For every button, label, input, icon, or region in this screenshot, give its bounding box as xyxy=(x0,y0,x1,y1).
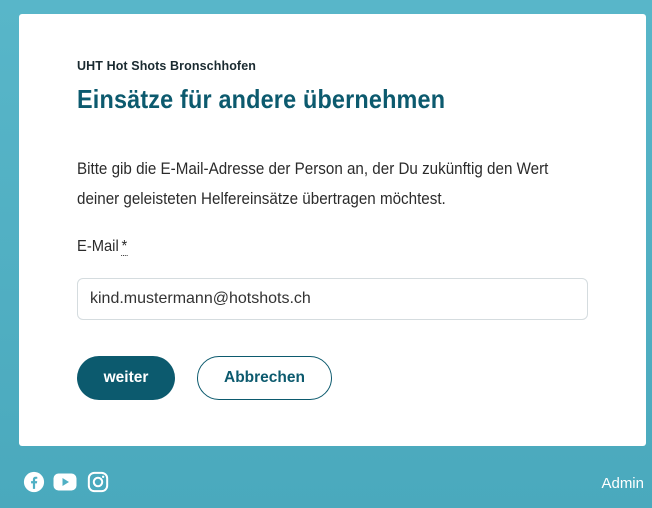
email-label: E-Mail xyxy=(77,238,119,255)
page-title: Einsätze für andere übernehmen xyxy=(77,84,446,114)
youtube-icon[interactable] xyxy=(53,470,77,494)
description-text: Bitte gib die E-Mail-Adresse der Person … xyxy=(77,160,549,208)
required-marker: * xyxy=(121,238,128,256)
admin-link[interactable]: Admin xyxy=(601,475,644,492)
email-label-row: E-Mail * xyxy=(77,238,128,256)
organization-name: UHT Hot Shots Bronschhofen xyxy=(77,59,256,73)
facebook-icon[interactable] xyxy=(22,470,46,494)
cancel-button[interactable]: Abbrechen xyxy=(197,356,332,400)
footer: Admin xyxy=(0,446,652,508)
instagram-icon[interactable] xyxy=(86,470,110,494)
card: UHT Hot Shots Bronschhofen Einsätze für … xyxy=(19,14,646,446)
email-field[interactable] xyxy=(77,278,588,320)
submit-button[interactable]: weiter xyxy=(77,356,175,400)
